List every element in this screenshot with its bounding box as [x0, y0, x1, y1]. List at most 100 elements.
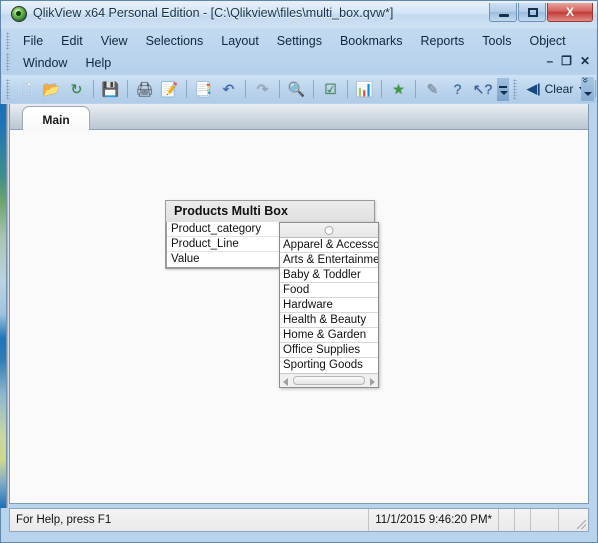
menu-layout[interactable]: Layout [212, 32, 268, 50]
menu-help[interactable]: Help [76, 54, 120, 72]
new-document-button[interactable]: 🗋 [15, 78, 38, 101]
clear-selections-icon: ◀| [527, 81, 541, 96]
toolbar-drag-grip[interactable] [6, 79, 10, 99]
open-folder-button[interactable]: 📂 [40, 78, 63, 101]
dropdown-list-item[interactable]: Food [280, 283, 378, 298]
menubar-row-secondary: Window Help [14, 52, 120, 74]
open-folder-icon: 📂 [42, 81, 61, 97]
toolbar-separator [347, 80, 348, 98]
toolbar-separator [595, 80, 597, 98]
menu-edit[interactable]: Edit [52, 32, 92, 50]
minimize-icon [499, 14, 509, 17]
edit-script-icon: 📝 [160, 81, 179, 97]
save-button[interactable]: 💾 [99, 78, 122, 101]
mdi-restore-button[interactable]: ❐ [561, 55, 572, 67]
minimize-button[interactable] [489, 3, 517, 22]
edit-script-button[interactable]: 📝 [158, 78, 181, 101]
menubar-drag-grip-row2[interactable] [6, 53, 10, 71]
maximize-icon [528, 8, 538, 17]
redo-button[interactable]: ↷ [251, 78, 274, 101]
design-grid-button[interactable]: ✎ [421, 78, 444, 101]
menu-file[interactable]: File [14, 32, 52, 50]
search-button[interactable]: 🔍 [285, 78, 308, 101]
dropdown-header [280, 223, 378, 238]
favorites-star-icon: ★ [392, 81, 405, 97]
redo-icon: ↷ [256, 81, 269, 97]
dropdown-list-item[interactable]: Hardware [280, 298, 378, 313]
sheet-tab-main[interactable]: Main [22, 106, 90, 132]
statusbar-panel-4 [558, 509, 574, 531]
toolbar-separator [279, 80, 280, 98]
menu-window[interactable]: Window [14, 54, 76, 72]
close-button[interactable]: X [547, 3, 593, 22]
undo-button[interactable]: ↶ [217, 78, 240, 101]
product-category-dropdown[interactable]: Apparel & AccessoriesArts & Entertainmen… [279, 222, 379, 388]
chart-button[interactable]: 📊 [353, 78, 376, 101]
print-icon: 🖨 [135, 81, 154, 97]
statusbar-panel-1 [498, 509, 514, 531]
selection-toolbar-drag-grip[interactable] [513, 79, 517, 99]
chart-icon: 📊 [355, 81, 374, 97]
toolbar-icon-group: 🗋 📂 ↻ 💾 🖨 📝 📑 ↶ ↷ 🔍 ☑ 📊 ★ ✎? ↖? [14, 78, 495, 101]
document-client-area: Main Products Multi Box Product_category… [9, 104, 589, 504]
menu-reports[interactable]: Reports [412, 32, 474, 50]
dropdown-horizontal-scrollbar[interactable] [280, 373, 378, 387]
toolbar-separator [186, 80, 187, 98]
context-help-button[interactable]: ↖? [471, 78, 494, 101]
help-icon: ? [453, 81, 462, 97]
main-toolbar: 🗋📂↻💾🖨📝📑↶↷🔍☑📊★✎?↖? ◀| Clear ◀ Back [2, 75, 597, 103]
scroll-left-arrow-icon[interactable] [280, 375, 292, 386]
statusbar-datetime: 11/1/2015 9:46:20 PM* [368, 509, 498, 531]
toolbar-right-overflow-button[interactable] [581, 77, 594, 101]
menu-object[interactable]: Object [520, 32, 574, 50]
menu-selections[interactable]: Selections [137, 32, 213, 50]
menu-settings[interactable]: Settings [268, 32, 331, 50]
sheet-canvas: Products Multi Box Product_category Produ… [10, 130, 588, 503]
qlikview-application-window: QlikView x64 Personal Edition - [C:\Qlik… [0, 0, 598, 543]
scroll-right-arrow-icon[interactable] [366, 375, 378, 386]
statusbar-help-text: For Help, press F1 [16, 514, 112, 526]
mdi-minimize-button[interactable]: – [546, 55, 553, 67]
search-icon: 🔍 [287, 81, 306, 97]
save-icon: 💾 [101, 81, 120, 97]
mdi-close-button[interactable]: ✕ [580, 55, 590, 67]
statusbar: For Help, press F1 11/1/2015 9:46:20 PM* [9, 508, 589, 532]
context-help-icon: ↖? [472, 81, 493, 97]
qlikview-logo-icon [11, 6, 27, 22]
undo-icon: ↶ [222, 81, 235, 97]
print-button[interactable]: 🖨 [133, 78, 156, 101]
reload-icon: ↻ [70, 81, 83, 97]
current-selections-button[interactable]: ☑ [319, 78, 342, 101]
dropdown-list-item[interactable]: Home & Garden [280, 328, 378, 343]
design-grid-icon: ✎ [426, 81, 439, 97]
dropdown-list-item[interactable]: Office Supplies [280, 343, 378, 358]
toolbar-overflow-button[interactable] [497, 77, 509, 101]
window-titlebar: QlikView x64 Personal Edition - [C:\Qlik… [1, 1, 597, 28]
window-controls: X [489, 3, 593, 22]
menubar-drag-grip[interactable] [6, 32, 10, 50]
dropdown-list-item[interactable]: Health & Beauty [280, 313, 378, 328]
toolbar-separator [381, 80, 382, 98]
selection-state-circle-icon [324, 226, 334, 235]
menu-bookmarks[interactable]: Bookmarks [331, 32, 412, 50]
table-viewer-icon: 📑 [194, 81, 213, 97]
toolbar-separator [245, 80, 246, 98]
menu-tools[interactable]: Tools [473, 32, 520, 50]
sheet-tabstrip [10, 104, 588, 130]
maximize-button[interactable] [518, 3, 546, 22]
favorites-star-button[interactable]: ★ [387, 78, 410, 101]
dropdown-list-item[interactable]: Baby & Toddler [280, 268, 378, 283]
dropdown-list-item[interactable]: Apparel & Accessories [280, 238, 378, 253]
dropdown-list-item[interactable]: Arts & Entertainment [280, 253, 378, 268]
reload-button[interactable]: ↻ [65, 78, 88, 101]
statusbar-panel-3 [530, 509, 558, 531]
statusbar-panel-2 [514, 509, 530, 531]
scrollbar-thumb[interactable] [293, 376, 365, 385]
dropdown-list-item[interactable]: Sporting Goods [280, 358, 378, 373]
multi-box-caption: Products Multi Box [166, 201, 374, 222]
menu-view[interactable]: View [92, 32, 137, 50]
help-button[interactable]: ? [446, 78, 469, 101]
window-resize-grip[interactable] [574, 509, 588, 531]
table-viewer-button[interactable]: 📑 [192, 78, 215, 101]
toolbar-separator [127, 80, 128, 98]
